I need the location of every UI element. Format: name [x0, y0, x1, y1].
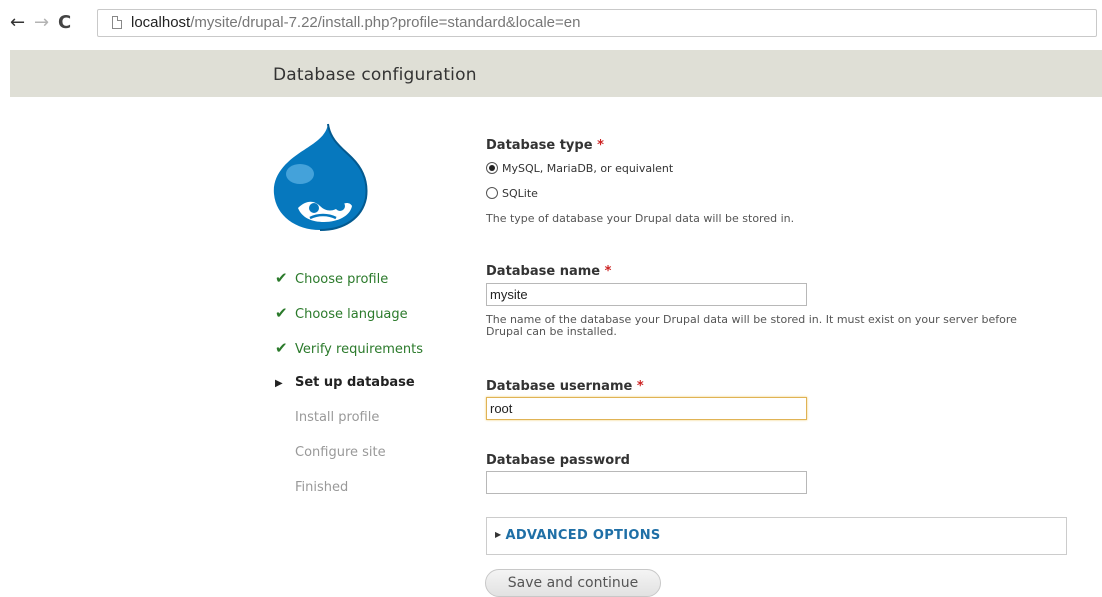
page-icon: [112, 16, 122, 29]
database-password-input[interactable]: [486, 471, 807, 494]
radio-sqlite[interactable]: SQLite: [486, 187, 538, 201]
advanced-options-toggle[interactable]: ▶ ADVANCED OPTIONS: [495, 528, 661, 543]
checkmark-icon: ✔: [275, 304, 288, 322]
task-install-profile: Install profile: [275, 410, 379, 426]
task-verify-requirements: ✔ Verify requirements: [275, 340, 423, 358]
task-label: Finished: [295, 480, 349, 495]
task-label: Choose profile: [295, 272, 389, 287]
active-arrow-icon: ▶: [275, 378, 283, 389]
page-title: Database configuration: [273, 65, 477, 85]
required-marker: *: [604, 264, 612, 279]
forward-arrow-icon[interactable]: →: [34, 13, 49, 33]
address-bar[interactable]: localhost/mysite/drupal-7.22/install.php…: [97, 9, 1097, 37]
database-name-input[interactable]: mysite: [486, 283, 807, 306]
url-host: localhost: [131, 14, 191, 31]
required-marker: *: [597, 138, 604, 153]
task-choose-language: ✔ Choose language: [275, 305, 408, 323]
task-configure-site: Configure site: [275, 445, 386, 461]
required-marker: *: [636, 379, 644, 394]
back-arrow-icon[interactable]: ←: [10, 13, 25, 33]
database-type-description: The type of database your Drupal data wi…: [486, 212, 795, 225]
checkmark-icon: ✔: [275, 339, 288, 357]
task-label: Choose language: [295, 307, 408, 322]
task-set-up-database: ▶ Set up database: [275, 375, 415, 392]
page-header: Database configuration: [10, 50, 1102, 97]
database-password-label: Database password: [486, 453, 630, 468]
radio-button-checked[interactable]: [486, 162, 498, 174]
database-name-label: Database name *: [486, 264, 612, 279]
task-label: Configure site: [295, 445, 386, 460]
database-username-input[interactable]: root: [486, 397, 807, 420]
radio-button[interactable]: [486, 187, 498, 199]
drupal-logo-icon: [273, 123, 368, 231]
database-name-description: The name of the database your Drupal dat…: [486, 313, 1017, 338]
database-username-label: Database username *: [486, 379, 644, 394]
task-label: Install profile: [295, 410, 380, 425]
checkmark-icon: ✔: [275, 269, 288, 287]
url-text[interactable]: localhost/mysite/drupal-7.22/install.php…: [131, 14, 580, 32]
task-label: Verify requirements: [295, 342, 424, 357]
task-label: Set up database: [295, 375, 415, 390]
reload-icon[interactable]: C: [58, 13, 71, 33]
advanced-options-fieldset: ▶ ADVANCED OPTIONS: [486, 517, 1067, 555]
task-choose-profile: ✔ Choose profile: [275, 270, 388, 288]
radio-label[interactable]: MySQL, MariaDB, or equivalent: [502, 162, 673, 175]
task-finished: Finished: [275, 480, 348, 496]
database-type-label: Database type *: [486, 138, 604, 153]
expand-triangle-icon: ▶: [495, 530, 502, 539]
browser-toolbar: ← → C localhost/mysite/drupal-7.22/insta…: [0, 0, 1102, 46]
url-path: /mysite/drupal-7.22/install.php?profile=…: [190, 14, 581, 31]
radio-mysql[interactable]: MySQL, MariaDB, or equivalent: [486, 162, 673, 176]
radio-label[interactable]: SQLite: [502, 187, 538, 200]
